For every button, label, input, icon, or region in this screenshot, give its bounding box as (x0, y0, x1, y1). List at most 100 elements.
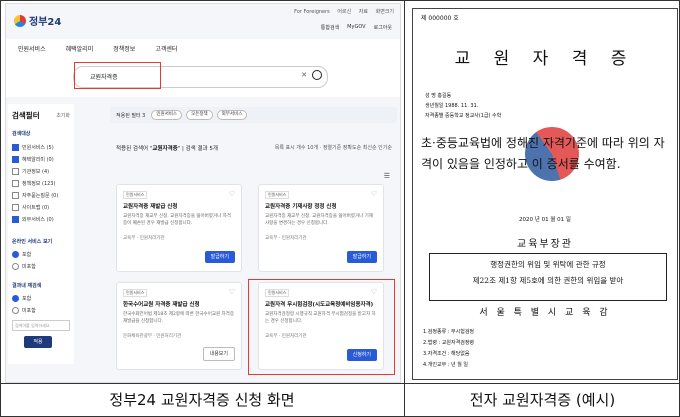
card-issue-button[interactable]: 발급하기 (204, 251, 235, 263)
clear-search-icon[interactable]: ✕ (301, 71, 307, 79)
mygov-link[interactable]: MyGOV (347, 24, 365, 31)
gov24-logo-text: 정부24 (29, 17, 62, 28)
result-query: 교원자격증 (152, 146, 178, 152)
certificate-name: 성 명 홍길동 (425, 93, 452, 99)
radio-selected-icon (12, 251, 19, 258)
refine-search-input[interactable]: 검색어를 입력하세요 (12, 320, 70, 331)
card-org: 교육부 · 민원처리기관 (123, 236, 165, 241)
nav-item-support[interactable]: 고객센터 (155, 44, 177, 53)
card-org: 문화체육관광부 · 민원처리기관 (123, 334, 182, 339)
filter-checkbox-policy[interactable]: 정책정보 (123) (12, 180, 55, 187)
favorite-heart-icon[interactable]: ♡ (371, 190, 377, 198)
main-nav: 민원서비스 혜택알리미 정책정보 고객센터 (6, 39, 400, 58)
radio-icon (12, 263, 19, 270)
utility-senior-link[interactable]: 어르신 (337, 9, 351, 15)
search-icon[interactable] (312, 70, 322, 80)
certificate-date: 2020 년 01 월 01 일 (519, 217, 571, 223)
checkbox-icon (12, 168, 19, 175)
refine-exclude-radio[interactable]: 미포함 (12, 307, 36, 314)
sort-options[interactable]: 목록 표시 개수 10개 · 정렬기준 정확도순 최신순 인기순 (275, 144, 392, 151)
filter-reset-button[interactable]: 초기화 (56, 112, 70, 119)
result-card-sign-language[interactable]: 민원서비스 ♡ 한국수어교원 자격증 재발급 신청 한국수화언어법 제18조 제… (116, 282, 242, 370)
card-highlight-box (248, 279, 395, 375)
result-summary: 적용된 검색어 "교원자격증" | 검색 결과 5개 (116, 146, 218, 152)
result-count: 검색 결과 5개 (185, 146, 218, 152)
filter-title: 검색필터 (12, 111, 40, 120)
delegation-line-2: 제22조 제1항 제5호에 의한 권한의 위임을 받아 (472, 276, 624, 285)
card-tag: 민원서비스 (123, 289, 148, 297)
filter-checkbox-faq[interactable]: 자주묻는질문 (0) (12, 192, 58, 199)
card-description: 교원자격증 재교부 신청. 교원자격증을 잃어버렸거나 기재사항을 변경하는 경… (265, 214, 373, 226)
result-card-correction[interactable]: 민원서비스 ♡ 교원자격증 기재사항 정정 신청 교원자격증 재교부 신청. 교… (258, 184, 384, 272)
caption-divider (0, 383, 680, 384)
filter-chip-civil[interactable]: 민원서비스 (151, 110, 183, 120)
right-caption: 전자 교원자격증 (예시) (469, 391, 616, 409)
card-org: 교육부 · 민원처리기관 (265, 236, 307, 241)
header-actions: 통합검색 MyGOV 로그아웃 (321, 24, 392, 31)
card-title[interactable]: 교원자격증 기재사항 정정 신청 (265, 202, 337, 210)
radio-icon (12, 307, 19, 314)
filter-checkbox-benefits[interactable]: 혜택알리미 (0) (12, 156, 54, 163)
certificate-birth: 생년월일 1988. 11. 31. (425, 103, 479, 109)
nav-item-civil-service[interactable]: 민원서비스 (18, 44, 46, 53)
utility-fontsize-link[interactable]: 화면크기 (376, 9, 394, 15)
result-card-reissue[interactable]: 민원서비스 ♡ 교원자격증 재발급 신청 교원자격증 재교부 신청. 교원자격증… (116, 184, 242, 272)
online-exclude-radio[interactable]: 미포함 (12, 263, 36, 270)
checkbox-icon (12, 192, 19, 199)
filter-checkbox-org[interactable]: 기관정보 (4) (12, 168, 49, 175)
left-caption: 정부24 교원자격증 신청 화면 (109, 391, 295, 409)
certificate-issuer: 교육부장관 (517, 239, 573, 250)
checkbox-checked-icon (12, 216, 19, 223)
refine-search-heading: 결과내 재검색 (12, 283, 42, 289)
card-tag: 민원서비스 (265, 191, 290, 199)
applied-filter-bar: 적용된 필터 3 민원서비스 모든정책 외부서비스 (110, 107, 397, 123)
utility-data-link[interactable]: 자료 (359, 9, 368, 15)
online-service-heading: 온라인 서비스 보기 (12, 239, 53, 245)
delegation-box: 행정권한의 위임 및 위탁에 관한 규정 제22조 제1항 제5호에 의한 권한… (429, 253, 667, 301)
card-title[interactable]: 교원자격증 재발급 신청 (123, 202, 177, 210)
nav-item-benefits[interactable]: 혜택알리미 (66, 44, 94, 53)
certificate-footer: 1.검정종류 : 무시험검정 2.법령 : 교원자격검정령 3.자격조건 : 해… (423, 329, 475, 368)
certificate-body: 초·중등교육법에 정해진 자격기준에 따라 위의 자격이 있음을 인정하고 이 … (421, 136, 665, 171)
card-description: 한국수화언어법 제18조 제2항에 따른 한국수어교원 자격증 재발급을 신청합… (123, 312, 234, 324)
card-title[interactable]: 한국수어교원 자격증 재발급 신청 (123, 300, 200, 308)
favorite-heart-icon[interactable]: ♡ (229, 288, 235, 296)
certificate-heading: 교 원 자 격 증 (454, 49, 636, 69)
search-highlight-box (74, 62, 161, 89)
online-include-radio[interactable]: 포함 (12, 251, 31, 258)
search-filter-sidebar: 검색필터 초기화 검색대상 민원서비스 (5) 혜택알리미 (0) 기관정보 (… (8, 104, 74, 364)
checkbox-icon (12, 180, 19, 187)
total-search-link[interactable]: 통합검색 (321, 24, 339, 31)
favorite-heart-icon[interactable]: ♡ (229, 190, 235, 198)
card-issue-button[interactable]: 발급하기 (346, 251, 377, 263)
card-view-button[interactable]: 내용보기 (202, 347, 235, 361)
utility-foreigners-link[interactable]: For Foreigners (294, 9, 330, 15)
list-view-icon[interactable]: ☰ (384, 172, 390, 180)
filter-chip-policy[interactable]: 모든정책 (186, 110, 213, 120)
checkbox-checked-icon (12, 144, 19, 151)
certificate-grade: 자격종별 중등학교 정교사(1급) 수학 (425, 113, 502, 119)
gov24-logo[interactable]: 정부24 (14, 13, 61, 28)
service-type-heading: 검색대상 (12, 131, 31, 137)
radio-selected-icon (12, 295, 19, 302)
column-divider (404, 0, 405, 416)
applied-filter-label: 적용된 필터 3 (116, 112, 146, 119)
education-office: 서 울 특 별 시 교 육 감 (479, 308, 611, 318)
filter-checkbox-sitemap[interactable]: 사이트맵 (0) (12, 204, 49, 211)
filter-checkbox-external[interactable]: 외부서비스 (0) (12, 216, 54, 223)
apply-filter-button[interactable]: 적용 (24, 336, 52, 348)
nav-item-policy[interactable]: 정책정보 (113, 44, 135, 53)
gov24-logo-mark (14, 14, 26, 27)
certificate-number: 제 000000 호 (421, 15, 459, 22)
card-tag: 민원서비스 (123, 191, 148, 199)
logout-link[interactable]: 로그아웃 (374, 24, 392, 31)
card-description: 교원자격증 재교부 신청. 교원자격증을 잃어버렸거나 자격증이 훼손된 경우 … (123, 214, 231, 226)
filter-checkbox-civil[interactable]: 민원서비스 (5) (12, 144, 54, 151)
refine-include-radio[interactable]: 포함 (12, 295, 31, 302)
checkbox-checked-icon (12, 156, 19, 163)
delegation-line-1: 행정권한의 위임 및 위탁에 관한 규정 (490, 260, 606, 269)
teacher-certificate: 제 000000 호 교 원 자 격 증 성 명 홍길동 생년월일 1988. … (412, 8, 678, 380)
search-area: 교원자격증 ✕ (6, 57, 400, 97)
utility-bar: For Foreigners 어르신 자료 화면크기 (288, 8, 394, 15)
filter-chip-external[interactable]: 외부서비스 (216, 110, 248, 120)
